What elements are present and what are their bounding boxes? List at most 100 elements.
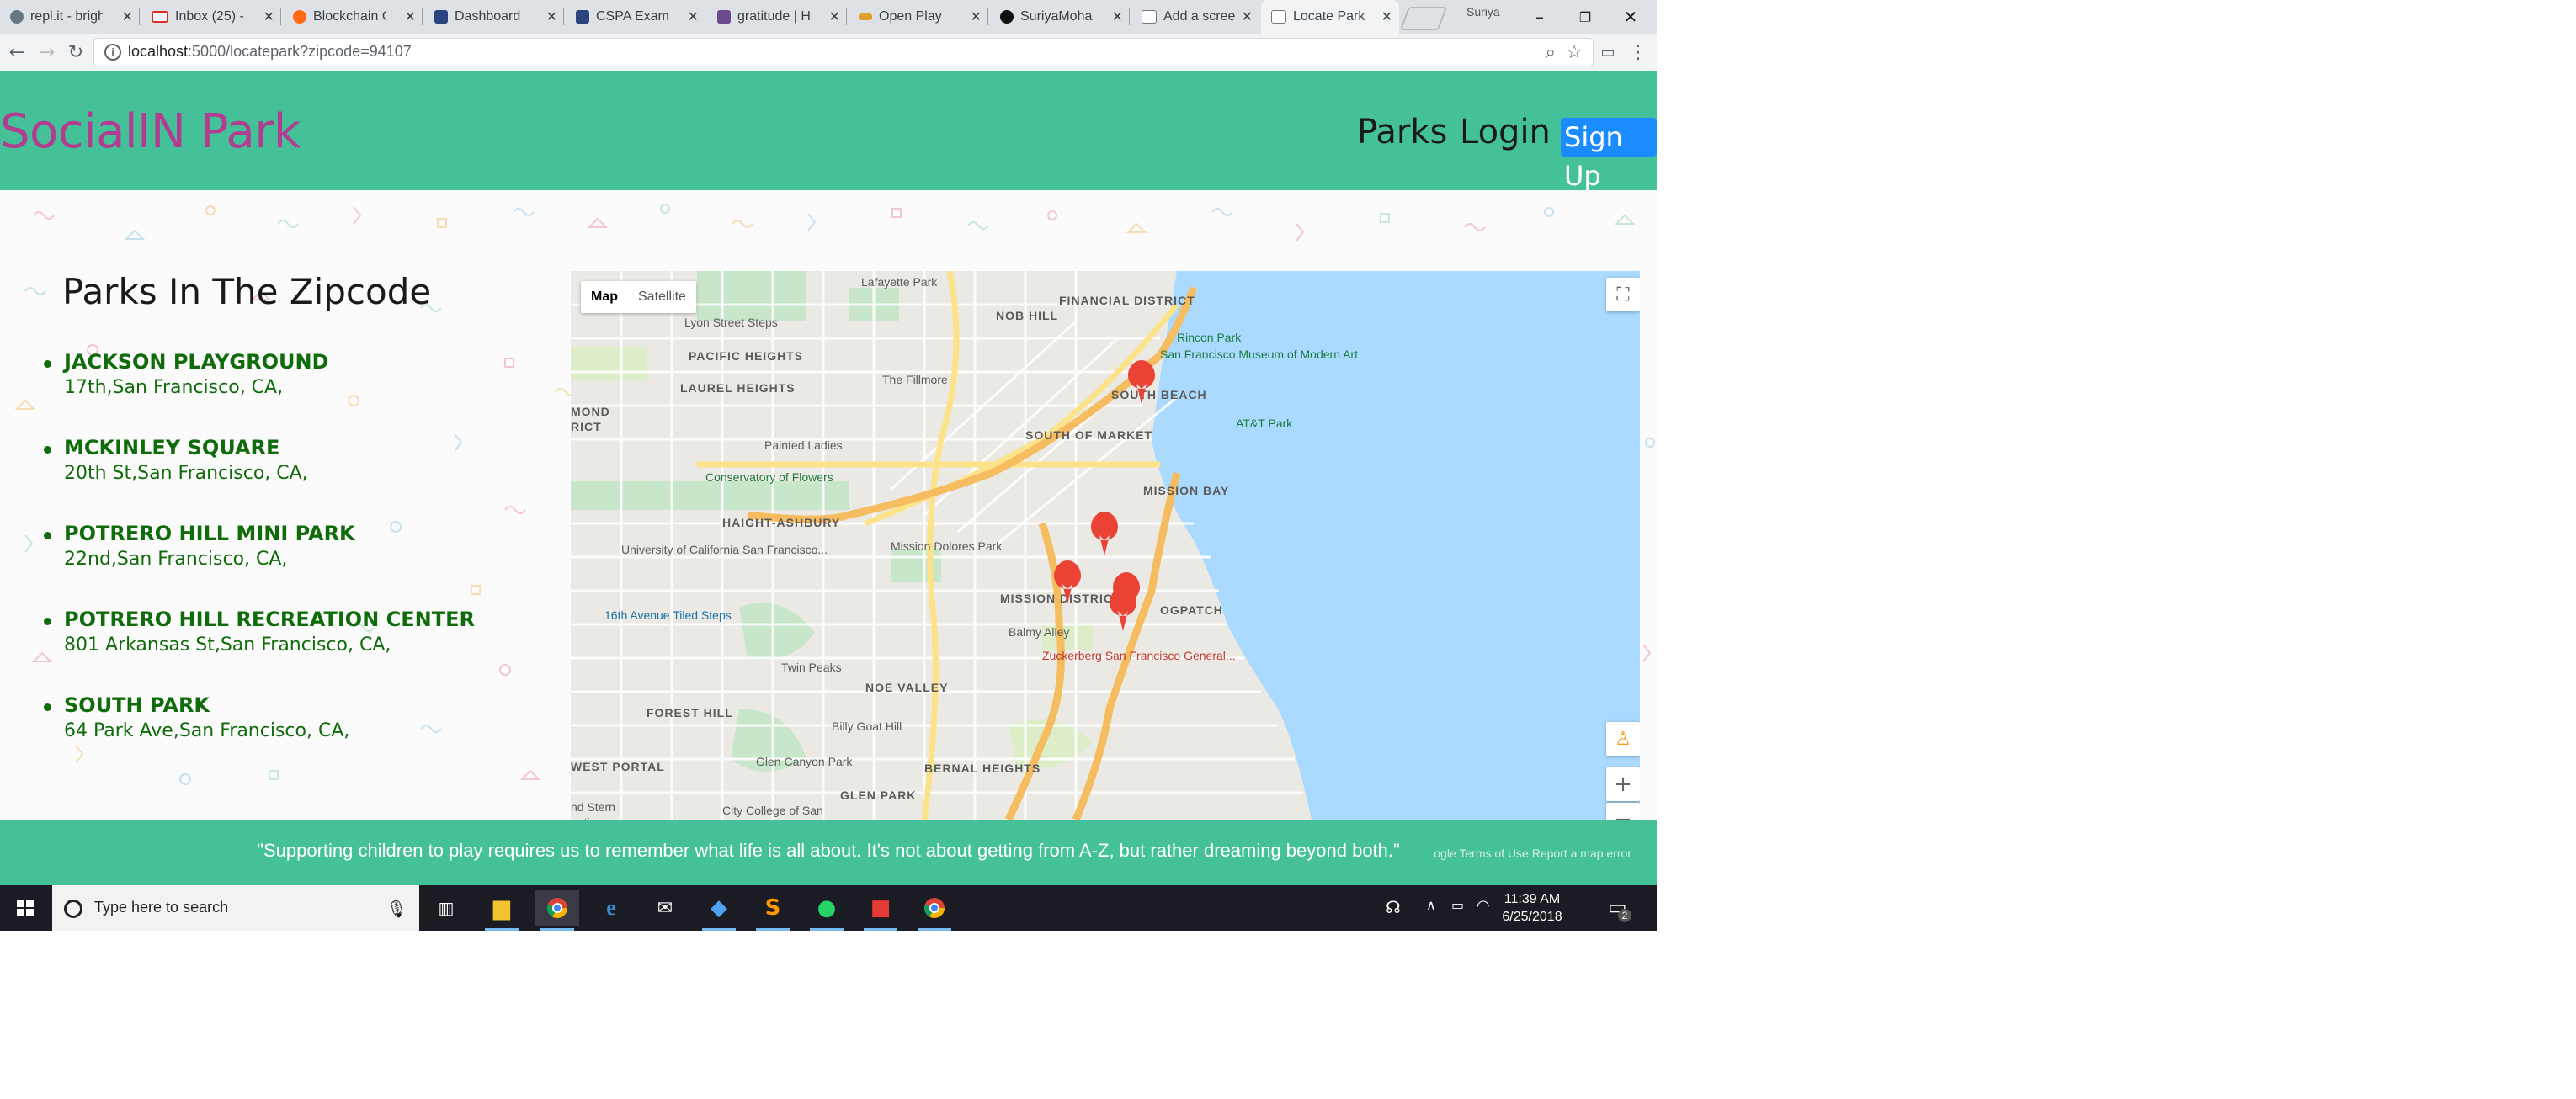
nav-login-link[interactable]: Login bbox=[1460, 113, 1551, 151]
browser-toolbar: ← → ↻ i localhost:5000/locatepark?zipcod… bbox=[0, 34, 1657, 72]
mail-icon[interactable]: ✉ bbox=[643, 890, 687, 926]
close-window-icon[interactable]: ✕ bbox=[1608, 0, 1653, 34]
close-tab-icon[interactable]: ✕ bbox=[971, 8, 982, 25]
cast-icon[interactable]: ▭ bbox=[1594, 39, 1621, 66]
zoom-icon[interactable]: ⌕ bbox=[1546, 42, 1556, 63]
people-icon[interactable]: ☊ bbox=[1386, 897, 1401, 917]
park-name: POTRERO HILL RECREATION CENTER bbox=[64, 608, 475, 631]
chrome-icon[interactable] bbox=[535, 890, 579, 931]
map-canvas[interactable]: Lafayette Park NOB HILL FINANCIAL DISTRI… bbox=[571, 271, 1640, 820]
park-item[interactable]: POTRERO HILL RECREATION CENTER 801 Arkan… bbox=[34, 608, 572, 693]
taskbar-clock[interactable]: 11:39 AM 6/25/2018 bbox=[1498, 890, 1566, 926]
close-tab-icon[interactable]: ✕ bbox=[405, 8, 416, 25]
clock-date: 6/25/2018 bbox=[1502, 910, 1562, 924]
map-type-satellite[interactable]: Satellite bbox=[628, 289, 696, 305]
minimize-icon[interactable]: – bbox=[1517, 0, 1562, 34]
blockchain-icon bbox=[293, 10, 306, 24]
site-header: SocialIN Park Parks Login Sign Up bbox=[0, 71, 1657, 192]
microphone-icon[interactable]: 🎙 bbox=[386, 899, 407, 919]
park-marker-jackson-playground[interactable] bbox=[1091, 512, 1118, 555]
map-type-map[interactable]: Map bbox=[581, 289, 628, 305]
bullet-icon bbox=[44, 360, 51, 368]
coursera-icon bbox=[576, 10, 589, 24]
restore-icon[interactable]: ❐ bbox=[1562, 0, 1608, 34]
tab-title: Open Play bbox=[879, 9, 942, 24]
forward-arrow-icon[interactable]: → bbox=[34, 39, 61, 66]
document-icon bbox=[1271, 10, 1286, 24]
tab-title: Locate Park bbox=[1293, 9, 1365, 24]
tab-github[interactable]: SuriyaMohan ✕ bbox=[990, 0, 1130, 34]
media-icon[interactable]: ■ bbox=[859, 890, 902, 931]
bookmark-star-icon[interactable]: ☆ bbox=[1566, 42, 1583, 63]
site-brand[interactable]: SocialIN Park bbox=[0, 104, 301, 159]
new-tab-button[interactable] bbox=[1399, 7, 1448, 30]
zoom-in-button[interactable]: + bbox=[1606, 767, 1640, 801]
bullet-icon bbox=[44, 703, 51, 711]
close-tab-icon[interactable]: ✕ bbox=[263, 8, 274, 25]
nav-parks-link[interactable]: Parks bbox=[1357, 113, 1447, 151]
map-label: RICT bbox=[571, 420, 602, 433]
tab-blockchain[interactable]: Blockchain C ✕ bbox=[283, 0, 423, 34]
tab-cspa[interactable]: CSPA Exam T ✕ bbox=[566, 0, 705, 34]
signup-button[interactable]: Sign Up bbox=[1561, 118, 1657, 192]
map-label: WEST PORTAL bbox=[571, 760, 665, 773]
park-item[interactable]: JACKSON PLAYGROUND 17th,San Francisco, C… bbox=[34, 350, 572, 436]
fullscreen-icon[interactable]: ⛶ bbox=[1606, 278, 1640, 311]
tab-add-screen[interactable]: Add a screen ✕ bbox=[1131, 0, 1259, 34]
task-view-icon[interactable]: ▥ bbox=[424, 890, 468, 926]
close-tab-icon[interactable]: ✕ bbox=[546, 8, 557, 25]
park-name: JACKSON PLAYGROUND bbox=[64, 350, 329, 374]
map-label: Painted Ladies bbox=[764, 438, 843, 452]
menu-dots-icon[interactable]: ⋮ bbox=[1625, 39, 1652, 66]
reload-icon[interactable]: ↻ bbox=[62, 39, 89, 66]
map-attribution[interactable]: ogle Terms of Use Report a map error bbox=[1434, 847, 1631, 860]
tab-title: Dashboard bbox=[455, 9, 521, 24]
park-item[interactable]: MCKINLEY SQUARE 20th St,San Francisco, C… bbox=[34, 436, 572, 522]
wifi-icon[interactable]: ◠ bbox=[1477, 897, 1490, 915]
map-label: GLEN PARK bbox=[840, 788, 916, 802]
pegman-icon[interactable]: ♙ bbox=[1606, 722, 1640, 756]
notification-count: 2 bbox=[1618, 909, 1631, 922]
taskbar-search[interactable]: Type here to search 🎙 bbox=[52, 885, 419, 931]
chrome-app-icon[interactable] bbox=[913, 890, 956, 931]
whatsapp-icon[interactable]: ● bbox=[805, 890, 849, 931]
map-type-toggle: Map Satellite bbox=[581, 281, 696, 313]
map-label: MISSION BAY bbox=[1143, 484, 1229, 497]
tab-dashboard[interactable]: Dashboard ✕ bbox=[424, 0, 564, 34]
back-arrow-icon[interactable]: ← bbox=[3, 39, 30, 66]
map-label: Zuckerberg San Francisco General... bbox=[1042, 649, 1236, 662]
tab-replit[interactable]: repl.it - brigh ✕ bbox=[0, 0, 140, 34]
close-tab-icon[interactable]: ✕ bbox=[1242, 8, 1253, 25]
tab-title: gratitude | H bbox=[737, 9, 810, 24]
edge-icon[interactable]: e bbox=[589, 890, 633, 926]
battery-icon[interactable]: ▭ bbox=[1451, 897, 1464, 913]
map-label: Twin Peaks bbox=[781, 661, 842, 674]
tab-open-play[interactable]: Open Play ✕ bbox=[849, 0, 988, 34]
address-bar[interactable]: i localhost:5000/locatepark?zipcode=9410… bbox=[94, 39, 1593, 66]
tab-title: Inbox (25) - s bbox=[175, 9, 247, 24]
park-item[interactable]: SOUTH PARK 64 Park Ave,San Francisco, CA… bbox=[34, 693, 572, 779]
page-content: Parks In The Zipcode JACKSON PLAYGROUND … bbox=[0, 190, 1657, 820]
profile-name[interactable]: Suriya bbox=[1466, 5, 1500, 19]
file-explorer-icon[interactable]: ▆ bbox=[480, 890, 524, 931]
info-icon[interactable]: i bbox=[104, 44, 121, 61]
zoom-out-button[interactable]: − bbox=[1606, 803, 1640, 820]
park-map[interactable]: Lafayette Park NOB HILL FINANCIAL DISTRI… bbox=[571, 271, 1640, 820]
tab-gmail[interactable]: Inbox (25) - s ✕ bbox=[141, 0, 281, 34]
show-hidden-icons[interactable]: ∧ bbox=[1426, 897, 1436, 913]
map-label: SOUTH BEACH bbox=[1111, 388, 1207, 401]
close-tab-icon[interactable]: ✕ bbox=[1112, 8, 1123, 25]
git-icon[interactable]: ◆ bbox=[697, 890, 741, 931]
tab-title: Add a screen bbox=[1163, 9, 1236, 24]
url-host: localhost bbox=[128, 43, 189, 60]
park-item[interactable]: POTRERO HILL MINI PARK 22nd,San Francisc… bbox=[34, 522, 572, 608]
close-tab-icon[interactable]: ✕ bbox=[829, 8, 840, 25]
close-tab-icon[interactable]: ✕ bbox=[688, 8, 699, 25]
close-tab-icon[interactable]: ✕ bbox=[122, 8, 133, 25]
windows-start-icon[interactable] bbox=[0, 885, 51, 931]
close-tab-icon[interactable]: ✕ bbox=[1381, 8, 1392, 25]
tab-gratitude[interactable]: gratitude | H ✕ bbox=[707, 0, 847, 34]
bullet-icon bbox=[44, 618, 51, 625]
tab-locate-park[interactable]: Locate Park ✕ bbox=[1261, 0, 1399, 34]
sublime-icon[interactable]: S bbox=[751, 890, 795, 931]
